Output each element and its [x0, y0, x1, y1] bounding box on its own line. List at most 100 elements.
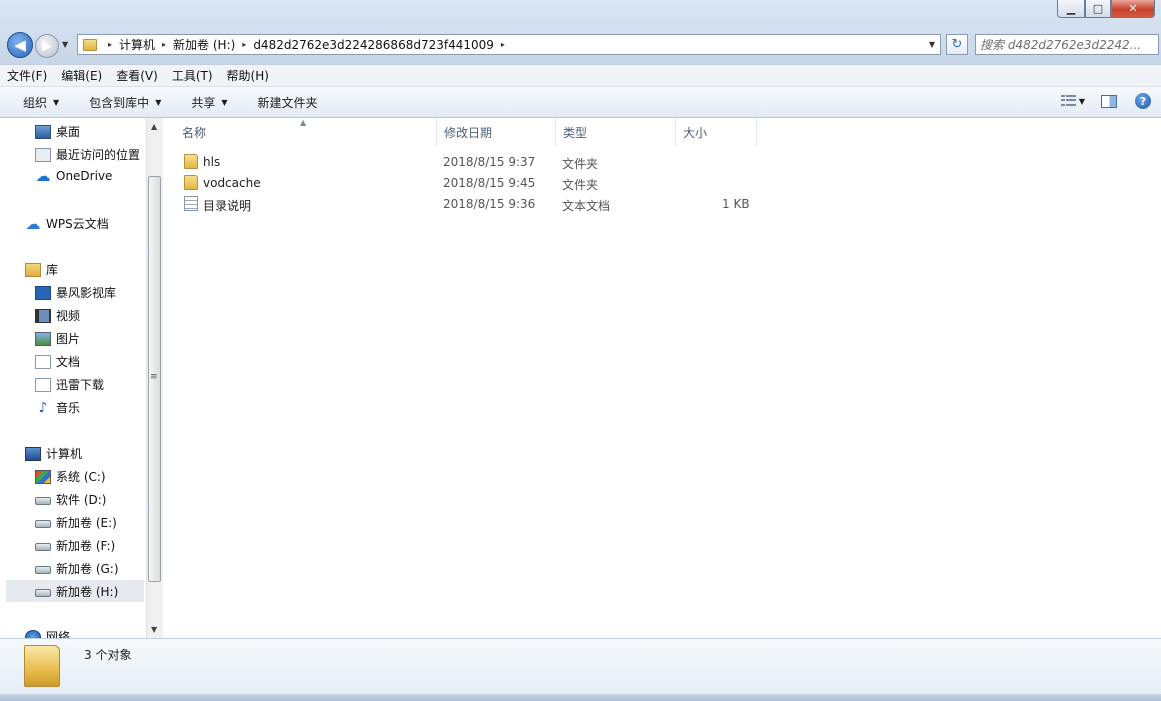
window-bottom-border	[0, 694, 1161, 701]
media-library-icon	[35, 285, 51, 300]
system-drive-icon	[35, 469, 51, 484]
menu-help[interactable]: 帮助(H)	[220, 67, 276, 84]
network-icon	[25, 629, 41, 638]
folder-icon	[24, 645, 60, 687]
file-name: 目录说明	[203, 199, 252, 213]
include-in-library-button[interactable]: 包含到库中 ▼	[71, 94, 173, 111]
hard-drive-icon	[35, 497, 51, 505]
item-count: 3 个对象	[84, 648, 132, 662]
preview-pane-icon[interactable]	[1101, 94, 1117, 108]
nav-item-computer[interactable]: 计算机	[25, 445, 82, 462]
nav-item-videos[interactable]: 视频	[35, 307, 80, 324]
column-header-size[interactable]: 大小	[676, 118, 757, 146]
wps-cloud-icon: ☁	[25, 214, 41, 233]
column-header-name[interactable]: 名称	[175, 118, 437, 146]
nav-item-drive-c[interactable]: 系统 (C:)	[35, 468, 106, 485]
back-button[interactable]: ◀	[7, 32, 33, 58]
table-row[interactable]: 目录说明 2018/8/15 9:36 文本文档 1 KB	[163, 194, 763, 214]
views-dropdown-icon[interactable]: ▼	[1079, 97, 1085, 106]
file-type: 文本文档	[562, 199, 611, 213]
chevron-down-icon: ▼	[155, 97, 162, 107]
breadcrumb-separator-icon[interactable]: ▸	[162, 40, 166, 49]
nav-item-recent[interactable]: 最近访问的位置	[35, 146, 140, 163]
forward-button[interactable]: ▶	[35, 34, 59, 58]
nav-item-baofeng[interactable]: 暴风影视库	[35, 284, 116, 301]
nav-label: 新加卷 (E:)	[56, 516, 117, 530]
scroll-up-icon[interactable]: ▲	[151, 122, 157, 131]
breadcrumb-separator-icon[interactable]: ▸	[242, 40, 246, 49]
menu-view[interactable]: 查看(V)	[109, 67, 165, 84]
nav-item-xunlei[interactable]: 迅雷下载	[35, 376, 104, 393]
help-icon[interactable]: ?	[1135, 93, 1151, 109]
nav-item-documents[interactable]: 文档	[35, 353, 80, 370]
desktop-icon	[35, 124, 51, 139]
table-row[interactable]: hls 2018/8/15 9:37 文件夹	[163, 152, 763, 172]
menu-file[interactable]: 文件(F)	[0, 67, 54, 84]
nav-label: OneDrive	[56, 169, 113, 183]
nav-item-pictures[interactable]: 图片	[35, 330, 80, 347]
menu-tools[interactable]: 工具(T)	[165, 67, 220, 84]
nav-item-desktop[interactable]: 桌面	[35, 123, 80, 140]
folder-icon	[83, 38, 97, 51]
nav-label: 新加卷 (G:)	[56, 562, 119, 576]
nav-label: 视频	[56, 309, 81, 323]
address-bar[interactable]: ▸ 计算机 ▸ 新加卷 (H:) ▸ d482d2762e3d224286868…	[77, 34, 941, 55]
scroll-down-icon[interactable]: ▼	[151, 625, 157, 634]
breadcrumb-computer[interactable]: 计算机	[119, 36, 155, 53]
recent-pages-dropdown-icon[interactable]: ▼	[62, 40, 68, 49]
computer-icon	[25, 446, 41, 461]
file-date: 2018/8/15 9:45	[443, 176, 536, 190]
breadcrumb-current-folder[interactable]: d482d2762e3d224286868d723f441009	[253, 38, 494, 52]
breadcrumb-separator-icon[interactable]: ▸	[108, 40, 112, 49]
download-folder-icon	[35, 377, 51, 392]
breadcrumb-drive-h[interactable]: 新加卷 (H:)	[173, 36, 235, 53]
nav-item-wps[interactable]: ☁ WPS云文档	[25, 215, 109, 232]
nav-label: 计算机	[46, 447, 83, 461]
window-controls: ▁ □ ✕	[1057, 0, 1155, 18]
toolbar-right-group: ▼ ?	[1060, 93, 1151, 109]
breadcrumb-separator-icon[interactable]: ▸	[501, 40, 505, 49]
nav-item-drive-d[interactable]: 软件 (D:)	[35, 491, 106, 508]
maximize-button[interactable]: □	[1085, 0, 1111, 18]
nav-label: 暴风影视库	[56, 286, 117, 300]
file-date: 2018/8/15 9:36	[443, 197, 536, 211]
nav-item-music[interactable]: ♪ 音乐	[35, 399, 80, 416]
nav-item-drive-h[interactable]: 新加卷 (H:)	[6, 580, 144, 602]
nav-item-libraries[interactable]: 库	[25, 261, 58, 278]
nav-label: 库	[46, 263, 59, 277]
file-date: 2018/8/15 9:37	[443, 155, 536, 169]
menu-edit[interactable]: 编辑(E)	[54, 67, 109, 84]
refresh-icon: ↻	[951, 37, 963, 52]
hard-drive-icon	[35, 588, 51, 597]
search-box[interactable]	[975, 34, 1159, 55]
organize-button[interactable]: 组织 ▼	[0, 94, 71, 111]
share-button[interactable]: 共享 ▼	[173, 94, 239, 111]
chevron-down-icon: ▼	[53, 97, 60, 107]
nav-item-drive-f[interactable]: 新加卷 (F:)	[35, 537, 115, 554]
navigation-scrollbar[interactable]: ▲ ≡ ▼	[146, 118, 163, 638]
minimize-button[interactable]: ▁	[1057, 0, 1085, 18]
nav-item-network[interactable]: 网络	[25, 628, 70, 638]
organize-label: 组织	[23, 95, 48, 110]
file-type: 文件夹	[562, 157, 599, 171]
hard-drive-icon	[35, 520, 51, 528]
scroll-grip-icon: ≡	[150, 372, 158, 382]
search-input[interactable]	[976, 35, 1158, 54]
details-pane: 3 个对象	[0, 638, 1161, 694]
address-history-dropdown-icon[interactable]: ▼	[929, 40, 935, 49]
new-folder-button[interactable]: 新建文件夹	[240, 94, 330, 111]
nav-item-onedrive[interactable]: ☁ OneDrive	[35, 169, 113, 184]
close-button[interactable]: ✕	[1111, 0, 1155, 18]
views-icon[interactable]	[1060, 95, 1076, 107]
column-header-date[interactable]: 修改日期	[437, 118, 556, 146]
table-row[interactable]: vodcache 2018/8/15 9:45 文件夹	[163, 173, 763, 193]
nav-label: 迅雷下载	[56, 378, 105, 392]
nav-item-drive-g[interactable]: 新加卷 (G:)	[35, 560, 119, 577]
column-header-type[interactable]: 类型	[556, 118, 676, 146]
file-name: hls	[203, 155, 221, 169]
refresh-button[interactable]: ↻	[946, 34, 968, 55]
nav-item-drive-e[interactable]: 新加卷 (E:)	[35, 514, 117, 531]
hard-drive-icon	[35, 543, 51, 551]
folder-icon	[184, 154, 198, 169]
nav-label: 网络	[46, 630, 71, 638]
